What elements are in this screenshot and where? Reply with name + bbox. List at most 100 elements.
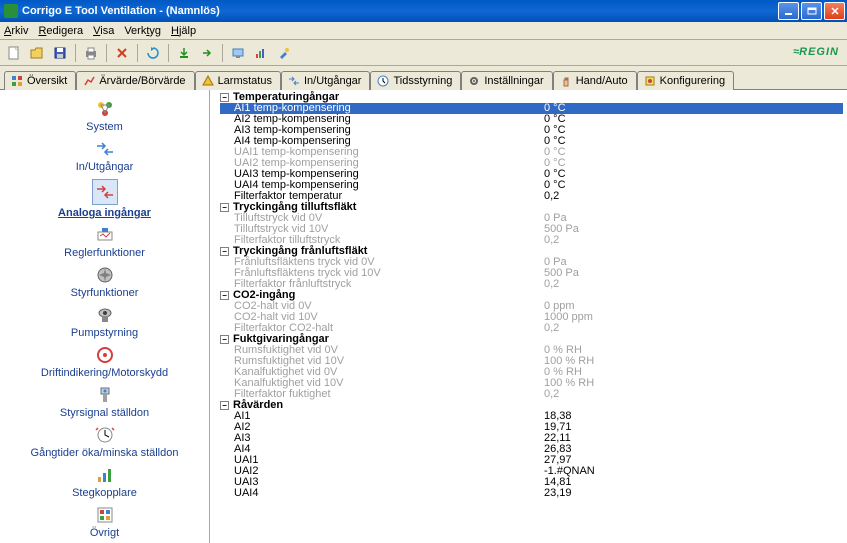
group-header[interactable]: −CO2-ingång bbox=[220, 290, 843, 301]
group-header[interactable]: −Råvärden bbox=[220, 400, 843, 411]
monitor-button[interactable] bbox=[228, 43, 248, 63]
hand-icon bbox=[560, 75, 572, 87]
nav-label: Gångtider öka/minska ställdon bbox=[31, 447, 179, 459]
nav-item-4[interactable]: Styrfunktioner bbox=[0, 262, 209, 302]
close-button[interactable] bbox=[824, 2, 845, 20]
upload-button[interactable] bbox=[197, 43, 217, 63]
data-row[interactable]: AI118,38 bbox=[220, 411, 843, 422]
data-row[interactable]: UAI423,19 bbox=[220, 488, 843, 499]
tabbar: Översikt Ärvärde/Börvärde Larmstatus In/… bbox=[0, 66, 847, 90]
row-value: 0,2 bbox=[544, 235, 559, 246]
settings-icon bbox=[468, 75, 480, 87]
nav-label: Driftindikering/Motorskydd bbox=[41, 367, 168, 379]
row-label: AI3 bbox=[234, 433, 544, 444]
nav-label: In/Utgångar bbox=[76, 161, 133, 173]
menu-redigera[interactable]: Redigera bbox=[38, 25, 83, 37]
nav-item-9[interactable]: Stegkopplare bbox=[0, 462, 209, 502]
row-value: 0,2 bbox=[544, 279, 559, 290]
window-title: Corrigo E Tool Ventilation - (Namnlös) bbox=[22, 5, 778, 17]
nav-item-7[interactable]: Styrsignal ställdon bbox=[0, 382, 209, 422]
nav-icon bbox=[95, 385, 115, 405]
print-button[interactable] bbox=[81, 43, 101, 63]
tab-installningar[interactable]: Inställningar bbox=[461, 71, 552, 90]
app-icon bbox=[4, 4, 18, 18]
menu-arkiv[interactable]: Arkiv bbox=[4, 25, 28, 37]
brand-logo: ≈REGIN bbox=[793, 42, 839, 59]
nav-icon bbox=[95, 225, 115, 245]
nav-icon bbox=[95, 99, 115, 119]
menubar: Arkiv Redigera Visa Verktyg Hjälp bbox=[0, 22, 847, 40]
download-button[interactable] bbox=[174, 43, 194, 63]
row-label: UAI4 bbox=[234, 488, 544, 499]
nav-label: System bbox=[86, 121, 123, 133]
nav-item-6[interactable]: Driftindikering/Motorskydd bbox=[0, 342, 209, 382]
save-button[interactable] bbox=[50, 43, 70, 63]
data-row[interactable]: Filterfaktor fuktighet0,2 bbox=[220, 389, 843, 400]
collapse-icon[interactable]: − bbox=[220, 291, 229, 300]
data-row[interactable]: AI426,83 bbox=[220, 444, 843, 455]
clock-icon bbox=[377, 75, 389, 87]
collapse-icon[interactable]: − bbox=[220, 247, 229, 256]
main-area: System In/Utgångar Analoga ingångar Reglerf… bbox=[0, 90, 847, 543]
open-button[interactable] bbox=[27, 43, 47, 63]
nav-icon bbox=[95, 345, 115, 365]
collapse-icon[interactable]: − bbox=[220, 401, 229, 410]
nav-item-8[interactable]: Gångtider öka/minska ställdon bbox=[0, 422, 209, 462]
nav-icon bbox=[95, 305, 115, 325]
nav-icon bbox=[95, 505, 115, 525]
collapse-icon[interactable]: − bbox=[220, 93, 229, 102]
tab-larmstatus[interactable]: Larmstatus bbox=[195, 71, 281, 90]
menu-visa[interactable]: Visa bbox=[93, 25, 114, 37]
nav-label: Styrfunktioner bbox=[71, 287, 139, 299]
nav-label: Pumpstyrning bbox=[71, 327, 138, 339]
menu-verktyg[interactable]: Verktyg bbox=[124, 25, 161, 37]
nav-icon bbox=[95, 139, 115, 159]
titlebar: Corrigo E Tool Ventilation - (Namnlös) bbox=[0, 0, 847, 22]
tab-oversikt[interactable]: Översikt bbox=[4, 71, 76, 90]
alarm-icon bbox=[202, 75, 214, 87]
collapse-icon[interactable]: − bbox=[220, 335, 229, 344]
tool-button[interactable] bbox=[274, 43, 294, 63]
nav-label: Analoga ingångar bbox=[58, 207, 151, 219]
io-icon bbox=[288, 75, 300, 87]
new-button[interactable] bbox=[4, 43, 24, 63]
collapse-icon[interactable]: − bbox=[220, 203, 229, 212]
row-label: UAI2 bbox=[234, 466, 544, 477]
data-row[interactable]: AI219,71 bbox=[220, 422, 843, 433]
nav-item-5[interactable]: Pumpstyrning bbox=[0, 302, 209, 342]
data-row[interactable]: UAI314,81 bbox=[220, 477, 843, 488]
chart-button[interactable] bbox=[251, 43, 271, 63]
nav-item-2[interactable]: Analoga ingångar bbox=[0, 176, 209, 222]
nav-item-3[interactable]: Reglerfunktioner bbox=[0, 222, 209, 262]
row-label: UAI3 bbox=[234, 477, 544, 488]
nav-label: Reglerfunktioner bbox=[64, 247, 145, 259]
config-icon bbox=[644, 75, 656, 87]
data-row[interactable]: Filterfaktor frånluftstryck0,2 bbox=[220, 279, 843, 290]
tab-konfigurering[interactable]: Konfigurering bbox=[637, 71, 734, 90]
tab-handauto[interactable]: Hand/Auto bbox=[553, 71, 637, 90]
row-value: 0,2 bbox=[544, 323, 559, 334]
nav-item-0[interactable]: System bbox=[0, 96, 209, 136]
tab-inutgangar[interactable]: In/Utgångar bbox=[281, 71, 370, 90]
delete-button[interactable] bbox=[112, 43, 132, 63]
row-value: 23,19 bbox=[544, 488, 572, 499]
nav-item-1[interactable]: In/Utgångar bbox=[0, 136, 209, 176]
row-label: AI2 bbox=[234, 422, 544, 433]
row-value: 0,2 bbox=[544, 389, 559, 400]
data-row[interactable]: UAI2-1.#QNAN bbox=[220, 466, 843, 477]
nav-item-10[interactable]: Övrigt bbox=[0, 502, 209, 542]
menu-hjalp[interactable]: Hjälp bbox=[171, 25, 196, 37]
tab-arvarde[interactable]: Ärvärde/Börvärde bbox=[76, 71, 194, 90]
values-icon bbox=[83, 75, 95, 87]
nav-icon bbox=[95, 265, 115, 285]
data-row[interactable]: AI322,11 bbox=[220, 433, 843, 444]
minimize-button[interactable] bbox=[778, 2, 799, 20]
maximize-button[interactable] bbox=[801, 2, 822, 20]
row-label: UAI1 bbox=[234, 455, 544, 466]
group-title: Råvärden bbox=[233, 400, 543, 411]
tab-tidsstyrning[interactable]: Tidsstyrning bbox=[370, 71, 461, 90]
nav-icon bbox=[92, 179, 118, 205]
refresh-button[interactable] bbox=[143, 43, 163, 63]
row-value: 0,2 bbox=[544, 191, 559, 202]
data-row[interactable]: UAI127,97 bbox=[220, 455, 843, 466]
